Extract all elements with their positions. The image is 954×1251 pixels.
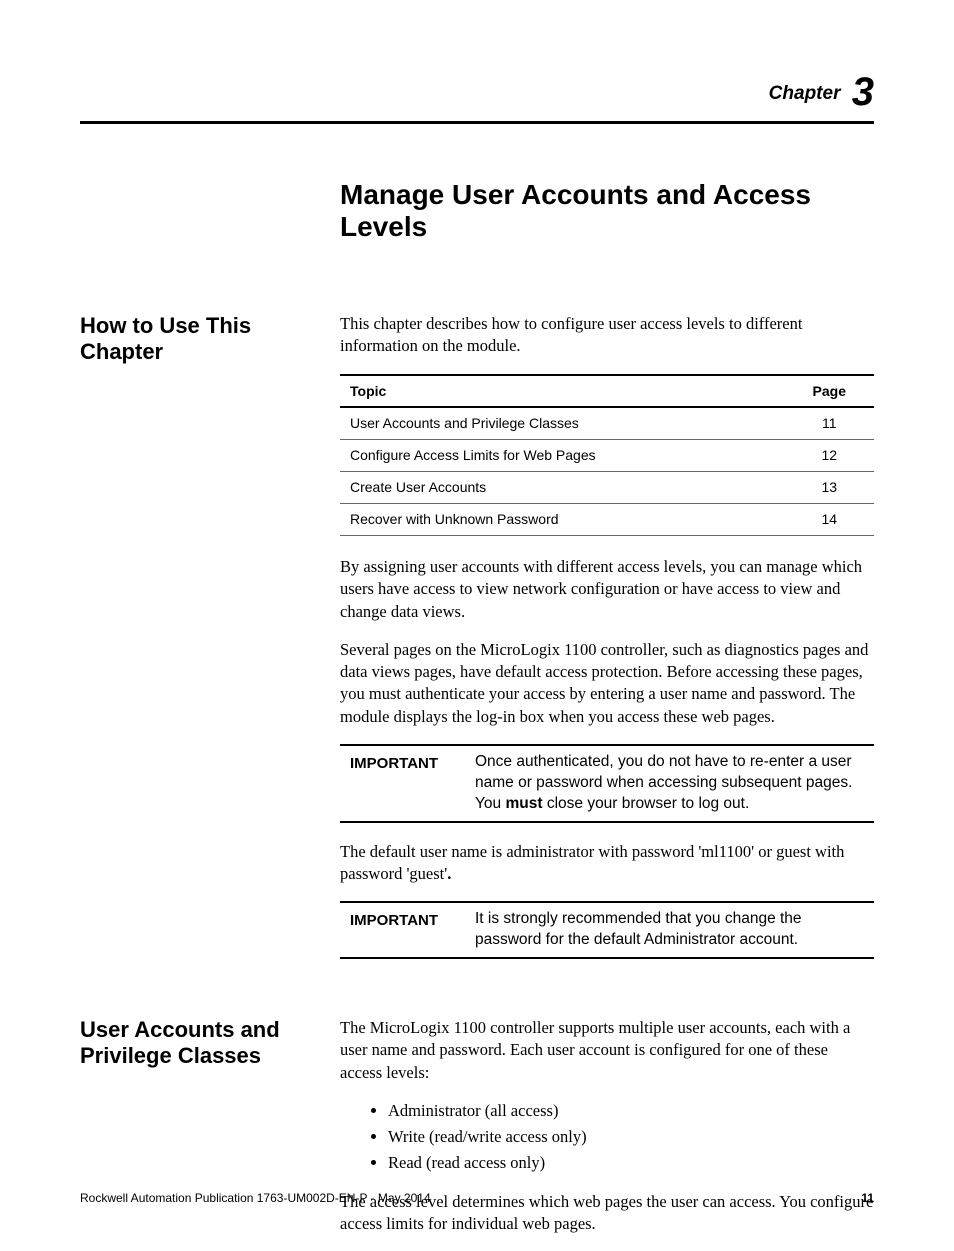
th-page: Page (785, 375, 874, 408)
cell-page: 14 (785, 504, 874, 536)
table-row: Recover with Unknown Password 14 (340, 504, 874, 536)
important-msg: It is strongly recommended that you chan… (475, 909, 870, 951)
access-level-list: Administrator (all access) Write (read/w… (340, 1100, 874, 1175)
important-label: IMPORTANT (344, 909, 475, 951)
publication-id: Rockwell Automation Publication 1763-UM0… (80, 1191, 431, 1205)
heading-user-accounts: User Accounts and Privilege Classes (80, 1017, 340, 1070)
para-default-creds: The default user name is administrator w… (340, 841, 874, 886)
page-footer: Rockwell Automation Publication 1763-UM0… (80, 1191, 874, 1205)
heading-how-to-use: How to Use This Chapter (80, 313, 340, 366)
chapter-number: 3 (852, 70, 874, 114)
table-row: User Accounts and Privilege Classes 11 (340, 407, 874, 439)
chapter-label: Chapter 3 (80, 70, 874, 115)
intro-accounts: The MicroLogix 1100 controller supports … (340, 1017, 874, 1084)
header-rule (80, 121, 874, 124)
cell-topic: Configure Access Limits for Web Pages (340, 440, 785, 472)
important-msg: Once authenticated, you do not have to r… (475, 752, 870, 815)
topic-table: Topic Page User Accounts and Privilege C… (340, 374, 874, 536)
list-item: Write (read/write access only) (388, 1126, 874, 1148)
cell-topic: Recover with Unknown Password (340, 504, 785, 536)
page-number: 11 (861, 1191, 874, 1205)
th-topic: Topic (340, 375, 785, 408)
chapter-title: Manage User Accounts and Access Levels (340, 179, 874, 243)
cell-topic: User Accounts and Privilege Classes (340, 407, 785, 439)
section-how-to-use: How to Use This Chapter This chapter des… (80, 313, 874, 977)
table-row: Create User Accounts 13 (340, 472, 874, 504)
section-user-accounts: User Accounts and Privilege Classes The … (80, 1017, 874, 1251)
page: Chapter 3 Manage User Accounts and Acces… (0, 0, 954, 1235)
chapter-word: Chapter (769, 83, 841, 104)
cell-topic: Create User Accounts (340, 472, 785, 504)
body-user-accounts: The MicroLogix 1100 controller supports … (340, 1017, 874, 1251)
important-label: IMPORTANT (344, 752, 475, 815)
cell-page: 11 (785, 407, 874, 439)
table-row: Configure Access Limits for Web Pages 12 (340, 440, 874, 472)
important-note-1: IMPORTANT Once authenticated, you do not… (340, 744, 874, 823)
cell-page: 13 (785, 472, 874, 504)
important-note-2: IMPORTANT It is strongly recommended tha… (340, 901, 874, 959)
list-item: Read (read access only) (388, 1152, 874, 1174)
body-how-to-use: This chapter describes how to configure … (340, 313, 874, 977)
cell-page: 12 (785, 440, 874, 472)
intro-para: This chapter describes how to configure … (340, 313, 874, 358)
para-authentication: Several pages on the MicroLogix 1100 con… (340, 639, 874, 728)
list-item: Administrator (all access) (388, 1100, 874, 1122)
para-access-levels: By assigning user accounts with differen… (340, 556, 874, 623)
